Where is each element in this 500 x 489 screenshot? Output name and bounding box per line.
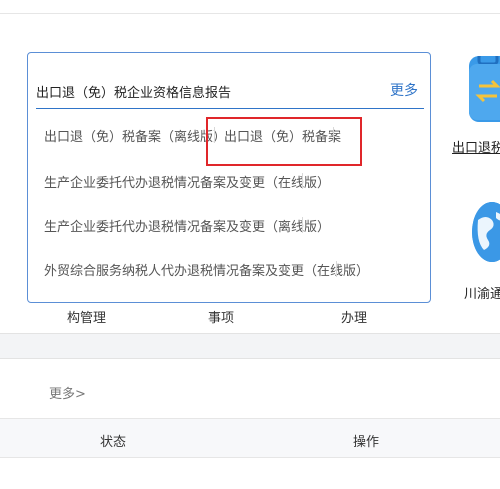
suitcase-exchange-icon[interactable] (469, 52, 500, 122)
service-popup-card: 出口退（免）税企业资格信息报告 更多 出口退（免）税备案（离线版） 出口退（免）… (27, 52, 431, 303)
item-separator (302, 173, 303, 189)
globe-icon[interactable] (472, 202, 500, 262)
section-band (0, 333, 500, 359)
item-separator (336, 261, 337, 277)
card-more-link[interactable]: 更多 (390, 80, 418, 100)
item-separator (302, 217, 303, 233)
tab-items[interactable]: 事项 (208, 307, 234, 326)
service-item-filing-offline[interactable]: 出口退（免）税备案（离线版） (44, 126, 226, 145)
app-label-chuanyu[interactable]: 川渝通 (464, 283, 500, 302)
card-title: 出口退（免）税企业资格信息报告 (36, 86, 232, 101)
column-header-status: 状态 (100, 435, 127, 450)
list-more-link[interactable]: 更多> (49, 383, 86, 402)
table-header: 状态 操作 (0, 418, 500, 458)
service-item-foreign-trade-online[interactable]: 外贸综合服务纳税人代办退税情况备案及变更（在线版） (44, 260, 369, 279)
service-item-agency-online[interactable]: 生产企业委托代办退税情况备案及变更（在线版） (44, 172, 330, 191)
tab-handle[interactable]: 办理 (341, 307, 367, 326)
tabs-row: 构管理 事项 办理 (0, 303, 500, 333)
service-item-agency-offline[interactable]: 生产企业委托代办退税情况备案及变更（离线版） (44, 216, 330, 235)
top-divider (0, 13, 500, 14)
app-label-export-tax[interactable]: 出口退税 (452, 137, 500, 156)
highlight-annotation-box (206, 117, 362, 166)
tab-management[interactable]: 构管理 (67, 307, 106, 326)
card-header: 出口退（免）税企业资格信息报告 更多 (36, 79, 424, 109)
column-header-action: 操作 (353, 435, 380, 450)
